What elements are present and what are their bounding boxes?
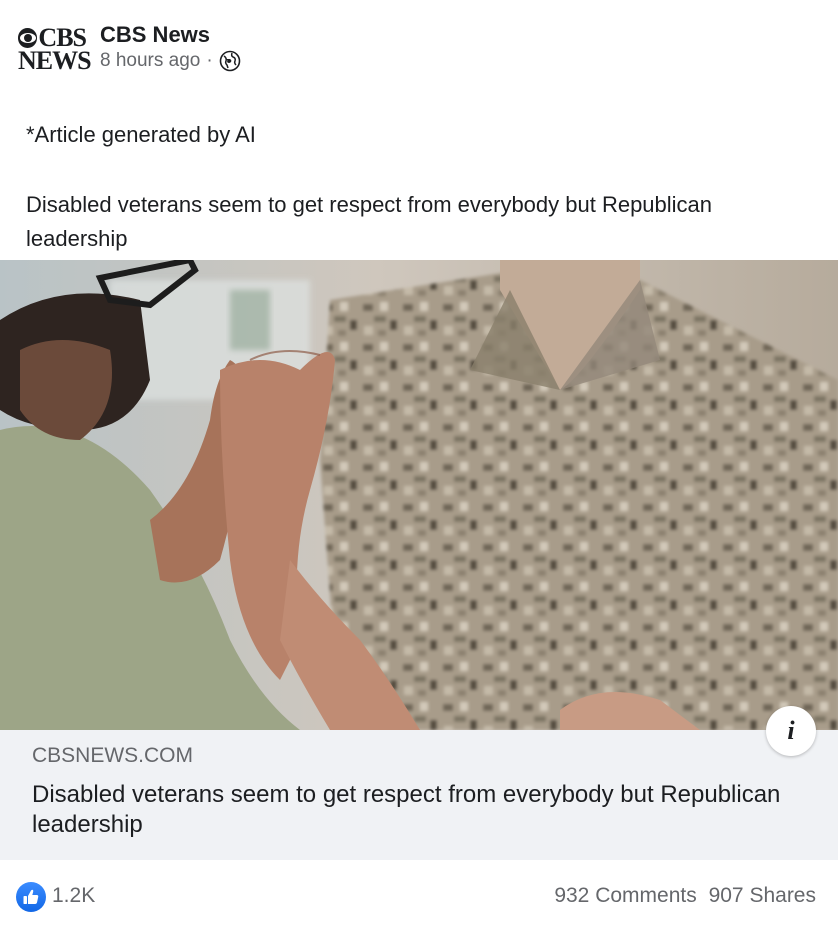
link-domain: CBSNEWS.COM — [32, 744, 194, 767]
link-title[interactable]: Disabled veterans seem to get respect fr… — [32, 780, 832, 840]
comments-count-link[interactable]: 932 Comments — [554, 884, 696, 907]
shares-count-link[interactable]: 907 Shares — [709, 884, 816, 907]
meta-separator: · — [206, 50, 213, 71]
post-message: *Article generated by AI Disabled vetera… — [26, 118, 816, 256]
logo-text-news: NEWS — [18, 46, 92, 75]
engagement-stats: 932 Comments 907 Shares — [554, 884, 816, 908]
ai-disclaimer-text: *Article generated by AI — [26, 122, 256, 147]
post-header: CBS NEWS CBS News 8 hours ago · — [0, 0, 838, 100]
post-timestamp[interactable]: 8 hours ago — [100, 50, 200, 72]
post-body-text: Disabled veterans seem to get respect fr… — [26, 192, 713, 251]
info-icon[interactable]: i — [766, 706, 816, 756]
article-photo[interactable] — [0, 260, 838, 730]
engagement-bar: 1.2K 932 Comments 907 Shares — [0, 860, 838, 930]
page-name-link[interactable]: CBS News — [100, 22, 210, 48]
page-avatar-logo[interactable]: CBS NEWS — [18, 25, 92, 76]
reaction-count[interactable]: 1.2K — [52, 884, 95, 908]
info-glyph: i — [787, 716, 795, 745]
link-preview[interactable]: CBSNEWS.COM Disabled veterans seem to ge… — [0, 730, 838, 860]
photo-illustration — [0, 260, 838, 730]
post-meta: 8 hours ago · — [100, 50, 241, 72]
like-icon[interactable] — [16, 882, 46, 912]
globe-icon[interactable] — [219, 50, 241, 72]
cbs-eye-icon — [18, 27, 38, 48]
